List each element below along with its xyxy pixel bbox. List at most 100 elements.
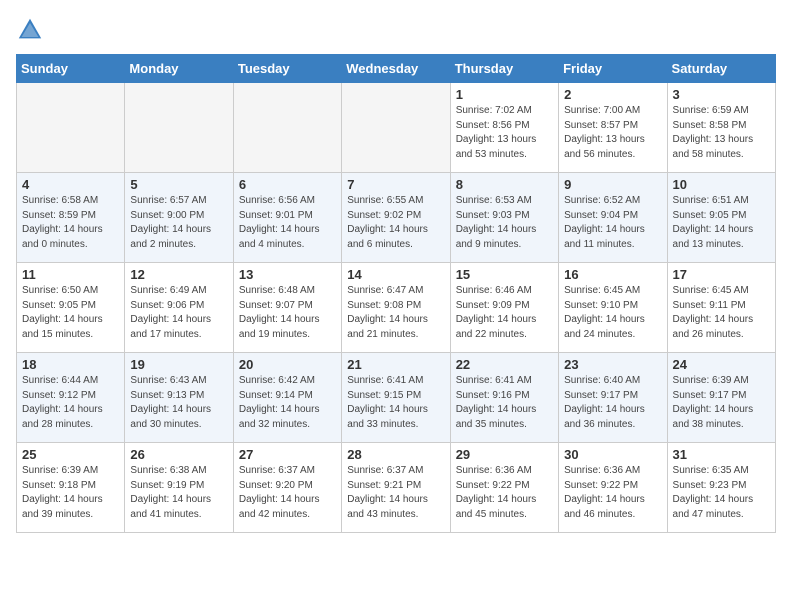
day-info: Sunrise: 6:36 AMSunset: 9:22 PMDaylight:… xyxy=(456,464,553,522)
day-number: 17 xyxy=(673,267,770,282)
calendar-cell xyxy=(233,83,341,173)
calendar-cell: 21 Sunrise: 6:41 AMSunset: 9:15 PMDayligh… xyxy=(342,353,450,443)
calendar-cell: 4 Sunrise: 6:58 AMSunset: 8:59 PMDaylight… xyxy=(17,173,125,263)
calendar-cell: 14 Sunrise: 6:47 AMSunset: 9:08 PMDayligh… xyxy=(342,263,450,353)
day-info: Sunrise: 6:45 AMSunset: 9:11 PMDaylight:… xyxy=(673,284,770,342)
day-info: Sunrise: 6:43 AMSunset: 9:13 PMDaylight:… xyxy=(130,374,227,432)
day-number: 25 xyxy=(22,447,119,462)
day-number: 3 xyxy=(673,87,770,102)
day-number: 11 xyxy=(22,267,119,282)
calendar-cell: 11Sunrise: 6:50 AMSunset: 9:05 PMDayligh… xyxy=(17,263,125,353)
day-number: 14 xyxy=(347,267,444,282)
logo xyxy=(16,16,46,44)
weekday-header: Sunday xyxy=(17,55,125,83)
calendar-cell: 28 Sunrise: 6:37 AMSunset: 9:21 PMDayligh… xyxy=(342,443,450,533)
calendar-cell: 31Sunrise: 6:35 AMSunset: 9:23 PMDayligh… xyxy=(667,443,775,533)
calendar-body: 1 Sunrise: 7:02 AMSunset: 8:56 PMDaylight… xyxy=(17,83,776,533)
calendar-cell: 15 Sunrise: 6:46 AMSunset: 9:09 PMDayligh… xyxy=(450,263,558,353)
calendar-cell: 10 Sunrise: 6:51 AMSunset: 9:05 PMDayligh… xyxy=(667,173,775,263)
calendar-cell: 18 Sunrise: 6:44 AMSunset: 9:12 PMDayligh… xyxy=(17,353,125,443)
day-info: Sunrise: 6:41 AMSunset: 9:15 PMDaylight:… xyxy=(347,374,444,432)
day-info: Sunrise: 6:52 AMSunset: 9:04 PMDaylight:… xyxy=(564,194,661,252)
day-number: 1 xyxy=(456,87,553,102)
calendar-cell: 27Sunrise: 6:37 AMSunset: 9:20 PMDayligh… xyxy=(233,443,341,533)
weekday-header: Friday xyxy=(559,55,667,83)
calendar-cell: 7 Sunrise: 6:55 AMSunset: 9:02 PMDaylight… xyxy=(342,173,450,263)
header-row: SundayMondayTuesdayWednesdayThursdayFrid… xyxy=(17,55,776,83)
day-info: Sunrise: 6:38 AMSunset: 9:19 PMDaylight:… xyxy=(130,464,227,522)
calendar-week-row: 4 Sunrise: 6:58 AMSunset: 8:59 PMDaylight… xyxy=(17,173,776,263)
day-number: 2 xyxy=(564,87,661,102)
day-number: 29 xyxy=(456,447,553,462)
day-number: 10 xyxy=(673,177,770,192)
day-info: Sunrise: 6:57 AMSunset: 9:00 PMDaylight:… xyxy=(130,194,227,252)
day-number: 7 xyxy=(347,177,444,192)
day-number: 12 xyxy=(130,267,227,282)
calendar-cell: 24Sunrise: 6:39 AMSunset: 9:17 PMDayligh… xyxy=(667,353,775,443)
day-number: 31 xyxy=(673,447,770,462)
day-info: Sunrise: 6:46 AMSunset: 9:09 PMDaylight:… xyxy=(456,284,553,342)
calendar-cell: 30Sunrise: 6:36 AMSunset: 9:22 PMDayligh… xyxy=(559,443,667,533)
day-info: Sunrise: 6:40 AMSunset: 9:17 PMDaylight:… xyxy=(564,374,661,432)
day-info: Sunrise: 6:55 AMSunset: 9:02 PMDaylight:… xyxy=(347,194,444,252)
calendar-cell xyxy=(17,83,125,173)
day-info: Sunrise: 6:44 AMSunset: 9:12 PMDaylight:… xyxy=(22,374,119,432)
day-info: Sunrise: 6:58 AMSunset: 8:59 PMDaylight:… xyxy=(22,194,119,252)
page-header xyxy=(16,16,776,44)
day-info: Sunrise: 7:02 AMSunset: 8:56 PMDaylight:… xyxy=(456,104,553,162)
calendar-week-row: 18 Sunrise: 6:44 AMSunset: 9:12 PMDayligh… xyxy=(17,353,776,443)
day-number: 28 xyxy=(347,447,444,462)
day-number: 23 xyxy=(564,357,661,372)
day-number: 4 xyxy=(22,177,119,192)
calendar-cell: 2 Sunrise: 7:00 AMSunset: 8:57 PMDaylight… xyxy=(559,83,667,173)
day-number: 24 xyxy=(673,357,770,372)
day-number: 26 xyxy=(130,447,227,462)
weekday-header: Saturday xyxy=(667,55,775,83)
day-number: 15 xyxy=(456,267,553,282)
calendar-cell: 17 Sunrise: 6:45 AMSunset: 9:11 PMDayligh… xyxy=(667,263,775,353)
calendar-cell: 19 Sunrise: 6:43 AMSunset: 9:13 PMDayligh… xyxy=(125,353,233,443)
day-number: 5 xyxy=(130,177,227,192)
calendar-cell: 22Sunrise: 6:41 AMSunset: 9:16 PMDayligh… xyxy=(450,353,558,443)
calendar-cell: 8 Sunrise: 6:53 AMSunset: 9:03 PMDaylight… xyxy=(450,173,558,263)
calendar-cell: 12Sunrise: 6:49 AMSunset: 9:06 PMDayligh… xyxy=(125,263,233,353)
calendar-table: SundayMondayTuesdayWednesdayThursdayFrid… xyxy=(16,54,776,533)
day-number: 16 xyxy=(564,267,661,282)
day-info: Sunrise: 6:37 AMSunset: 9:21 PMDaylight:… xyxy=(347,464,444,522)
day-number: 27 xyxy=(239,447,336,462)
calendar-cell: 26 Sunrise: 6:38 AMSunset: 9:19 PMDayligh… xyxy=(125,443,233,533)
calendar-cell xyxy=(342,83,450,173)
day-number: 9 xyxy=(564,177,661,192)
day-info: Sunrise: 6:53 AMSunset: 9:03 PMDaylight:… xyxy=(456,194,553,252)
day-number: 19 xyxy=(130,357,227,372)
calendar-cell: 25 Sunrise: 6:39 AMSunset: 9:18 PMDayligh… xyxy=(17,443,125,533)
day-number: 18 xyxy=(22,357,119,372)
day-info: Sunrise: 6:51 AMSunset: 9:05 PMDaylight:… xyxy=(673,194,770,252)
weekday-header: Wednesday xyxy=(342,55,450,83)
day-info: Sunrise: 6:47 AMSunset: 9:08 PMDaylight:… xyxy=(347,284,444,342)
day-info: Sunrise: 6:45 AMSunset: 9:10 PMDaylight:… xyxy=(564,284,661,342)
day-number: 21 xyxy=(347,357,444,372)
day-info: Sunrise: 6:36 AMSunset: 9:22 PMDaylight:… xyxy=(564,464,661,522)
day-number: 8 xyxy=(456,177,553,192)
day-info: Sunrise: 7:00 AMSunset: 8:57 PMDaylight:… xyxy=(564,104,661,162)
day-info: Sunrise: 6:48 AMSunset: 9:07 PMDaylight:… xyxy=(239,284,336,342)
calendar-cell: 1 Sunrise: 7:02 AMSunset: 8:56 PMDaylight… xyxy=(450,83,558,173)
calendar-week-row: 25 Sunrise: 6:39 AMSunset: 9:18 PMDayligh… xyxy=(17,443,776,533)
calendar-cell xyxy=(125,83,233,173)
calendar-cell: 3 Sunrise: 6:59 AMSunset: 8:58 PMDaylight… xyxy=(667,83,775,173)
day-info: Sunrise: 6:56 AMSunset: 9:01 PMDaylight:… xyxy=(239,194,336,252)
calendar-header: SundayMondayTuesdayWednesdayThursdayFrid… xyxy=(17,55,776,83)
day-number: 6 xyxy=(239,177,336,192)
day-number: 13 xyxy=(239,267,336,282)
calendar-cell: 20Sunrise: 6:42 AMSunset: 9:14 PMDayligh… xyxy=(233,353,341,443)
day-info: Sunrise: 6:59 AMSunset: 8:58 PMDaylight:… xyxy=(673,104,770,162)
weekday-header: Monday xyxy=(125,55,233,83)
calendar-week-row: 1 Sunrise: 7:02 AMSunset: 8:56 PMDaylight… xyxy=(17,83,776,173)
calendar-cell: 5 Sunrise: 6:57 AMSunset: 9:00 PMDaylight… xyxy=(125,173,233,263)
day-info: Sunrise: 6:39 AMSunset: 9:18 PMDaylight:… xyxy=(22,464,119,522)
day-number: 22 xyxy=(456,357,553,372)
calendar-cell: 29 Sunrise: 6:36 AMSunset: 9:22 PMDayligh… xyxy=(450,443,558,533)
calendar-cell: 9 Sunrise: 6:52 AMSunset: 9:04 PMDaylight… xyxy=(559,173,667,263)
calendar-cell: 13 Sunrise: 6:48 AMSunset: 9:07 PMDayligh… xyxy=(233,263,341,353)
